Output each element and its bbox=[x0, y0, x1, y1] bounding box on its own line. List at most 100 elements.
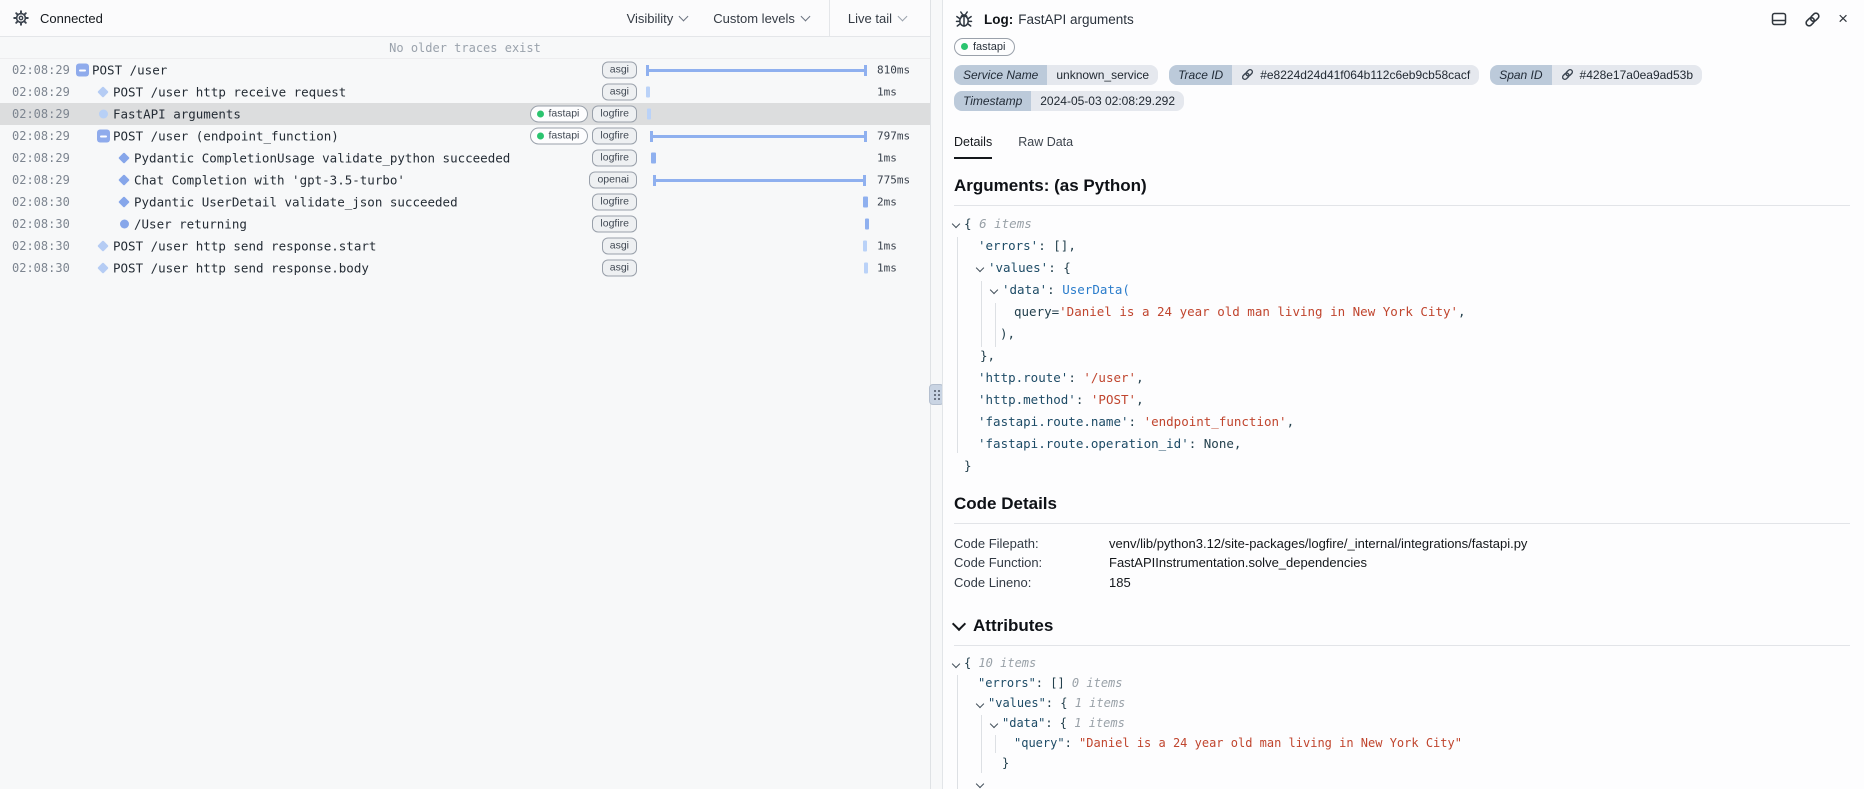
timeline bbox=[645, 147, 873, 169]
attributes-code: { 10 items"errors": [] 0 items"values": … bbox=[954, 653, 1850, 773]
no-older-traces-banner: No older traces exist bbox=[0, 37, 930, 59]
log-circle-icon bbox=[99, 110, 108, 119]
trace-row[interactable]: 02:08:30POST /user http send response.st… bbox=[0, 235, 930, 257]
tab-details[interactable]: Details bbox=[954, 135, 992, 159]
chevron-down-icon bbox=[898, 12, 908, 22]
fastapi-tag: fastapi bbox=[954, 38, 1015, 56]
trace-panel-header: Connected VisibilityCustom levels Live t… bbox=[0, 0, 930, 37]
scope-badge: fastapi bbox=[530, 128, 588, 145]
timeline bbox=[645, 125, 873, 147]
meta-pill-trace-id[interactable]: Trace ID#e8224d24d41f064b112c6eb9cb58cac… bbox=[1169, 65, 1479, 85]
green-dot-icon bbox=[537, 133, 544, 140]
timeline bbox=[645, 169, 873, 191]
tree-collapse-icon[interactable] bbox=[952, 219, 960, 227]
span-name: FastAPI arguments bbox=[113, 107, 241, 122]
code-line: ), bbox=[954, 323, 1850, 345]
row-timestamp: 02:08:29 bbox=[12, 129, 70, 143]
duration-tick bbox=[863, 197, 868, 208]
attributes-heading[interactable]: Attributes bbox=[954, 616, 1850, 636]
span-name: /User returning bbox=[134, 217, 247, 232]
code-line: "data": { 1 items bbox=[954, 713, 1850, 733]
panel-layout-button[interactable] bbox=[1771, 11, 1787, 27]
collapse-icon[interactable] bbox=[97, 130, 110, 143]
trace-row[interactable]: 02:08:30/User returninglogfire bbox=[0, 213, 930, 235]
tree-collapse-icon[interactable] bbox=[976, 263, 984, 271]
code-detail-row: Code Lineno:185 bbox=[954, 573, 1850, 593]
timeline bbox=[645, 257, 873, 279]
row-duration: 775ms bbox=[877, 174, 910, 187]
span-diamond-icon bbox=[118, 196, 129, 207]
split-panel-icon bbox=[1771, 11, 1787, 27]
row-duration: 810ms bbox=[877, 64, 910, 77]
duration-bar bbox=[646, 69, 867, 72]
section-rule bbox=[954, 523, 1850, 524]
green-dot-icon bbox=[537, 111, 544, 118]
span-name: Pydantic CompletionUsage validate_python… bbox=[134, 151, 510, 166]
scope-badge: openai bbox=[589, 172, 637, 189]
code-line: 'http.method': 'POST', bbox=[954, 389, 1850, 411]
settings-button[interactable] bbox=[13, 10, 29, 26]
span-diamond-icon bbox=[118, 174, 129, 185]
close-button[interactable]: × bbox=[1838, 11, 1848, 27]
panel-divider bbox=[930, 0, 942, 789]
row-timestamp: 02:08:29 bbox=[12, 63, 70, 77]
live-tail-dropdown[interactable]: Live tail bbox=[829, 0, 930, 36]
code-details-rows: Code Filepath:venv/lib/python3.12/site-p… bbox=[954, 534, 1850, 593]
tree-collapse-icon[interactable] bbox=[976, 780, 984, 788]
tree-collapse-icon[interactable] bbox=[990, 720, 998, 728]
code-line: 'fastapi.route.operation_id': None, bbox=[954, 433, 1850, 455]
span-diamond-icon bbox=[97, 240, 108, 251]
menu-custom-levels[interactable]: Custom levels bbox=[713, 11, 809, 26]
arguments-heading: Arguments: (as Python) bbox=[954, 176, 1850, 196]
code-detail-row: Code Function:FastAPIInstrumentation.sol… bbox=[954, 553, 1850, 573]
detail-title-text: FastAPI arguments bbox=[1018, 12, 1134, 27]
code-line: 'data': UserData( bbox=[954, 279, 1850, 301]
trace-row[interactable]: 02:08:29Pydantic CompletionUsage validat… bbox=[0, 147, 930, 169]
scope-badge: fastapi bbox=[530, 106, 588, 123]
code-line: 'http.route': '/user', bbox=[954, 367, 1850, 389]
row-timestamp: 02:08:29 bbox=[12, 85, 70, 99]
trace-row[interactable]: 02:08:29 Chat Completion with 'gpt-3.5-tu… bbox=[0, 169, 930, 191]
code-line: 'errors': [], bbox=[954, 235, 1850, 257]
code-detail-label: Code Function: bbox=[954, 553, 1109, 573]
trace-row[interactable]: 02:08:29POST /userasgi810ms bbox=[0, 59, 930, 81]
log-circle-icon bbox=[120, 220, 129, 229]
attributes-section: Attributes { 10 items"errors": [] 0 item… bbox=[954, 616, 1850, 773]
tree-collapse-icon[interactable] bbox=[990, 285, 998, 293]
trace-row[interactable]: 02:08:29FastAPI argumentsfastapilogfire bbox=[0, 103, 930, 125]
code-detail-value: FastAPIInstrumentation.solve_dependencie… bbox=[1109, 553, 1367, 573]
duration-tick bbox=[865, 219, 869, 230]
fastapi-tag-label: fastapi bbox=[973, 41, 1005, 53]
tree-collapse-icon[interactable] bbox=[976, 700, 984, 708]
row-timestamp: 02:08:29 bbox=[12, 173, 70, 187]
trace-row[interactable]: 02:08:29POST /user http receive requesta… bbox=[0, 81, 930, 103]
timeline bbox=[645, 103, 873, 125]
menu-visibility[interactable]: Visibility bbox=[627, 11, 688, 26]
span-name: Chat Completion with 'gpt-3.5-turbo' bbox=[134, 173, 405, 188]
meta-label: Span ID bbox=[1490, 65, 1551, 85]
row-duration: 1ms bbox=[877, 262, 897, 275]
code-detail-row: Code Filepath:venv/lib/python3.12/site-p… bbox=[954, 534, 1850, 554]
trace-row[interactable]: 02:08:30Pydantic UserDetail validate_jso… bbox=[0, 191, 930, 213]
row-timestamp: 02:08:30 bbox=[12, 195, 70, 209]
section-rule bbox=[954, 645, 1850, 646]
chevron-down-icon bbox=[800, 12, 810, 22]
scope-badge: logfire bbox=[592, 194, 637, 211]
code-line: } bbox=[954, 455, 1850, 477]
span-diamond-icon bbox=[97, 262, 108, 273]
detail-panel: Log:FastAPI arguments bbox=[942, 0, 1864, 789]
meta-pill-span-id[interactable]: Span ID#428e17a0ea9ad53b bbox=[1490, 65, 1702, 85]
trace-list: 02:08:29POST /userasgi810ms02:08:29POST … bbox=[0, 59, 930, 279]
row-duration: 1ms bbox=[877, 240, 897, 253]
code-detail-label: Code Filepath: bbox=[954, 534, 1109, 554]
close-icon: × bbox=[1838, 11, 1848, 27]
tree-collapse-icon[interactable] bbox=[952, 660, 960, 668]
duration-tick bbox=[646, 87, 650, 98]
trace-row[interactable]: 02:08:29POST /user (endpoint_function)fa… bbox=[0, 125, 930, 147]
collapse-icon[interactable] bbox=[76, 64, 89, 77]
copy-link-button[interactable] bbox=[1804, 11, 1821, 28]
timeline bbox=[645, 191, 873, 213]
tab-raw-data[interactable]: Raw Data bbox=[1018, 135, 1073, 159]
trace-row[interactable]: 02:08:30POST /user http send response.bo… bbox=[0, 257, 930, 279]
green-dot-icon bbox=[961, 43, 968, 50]
